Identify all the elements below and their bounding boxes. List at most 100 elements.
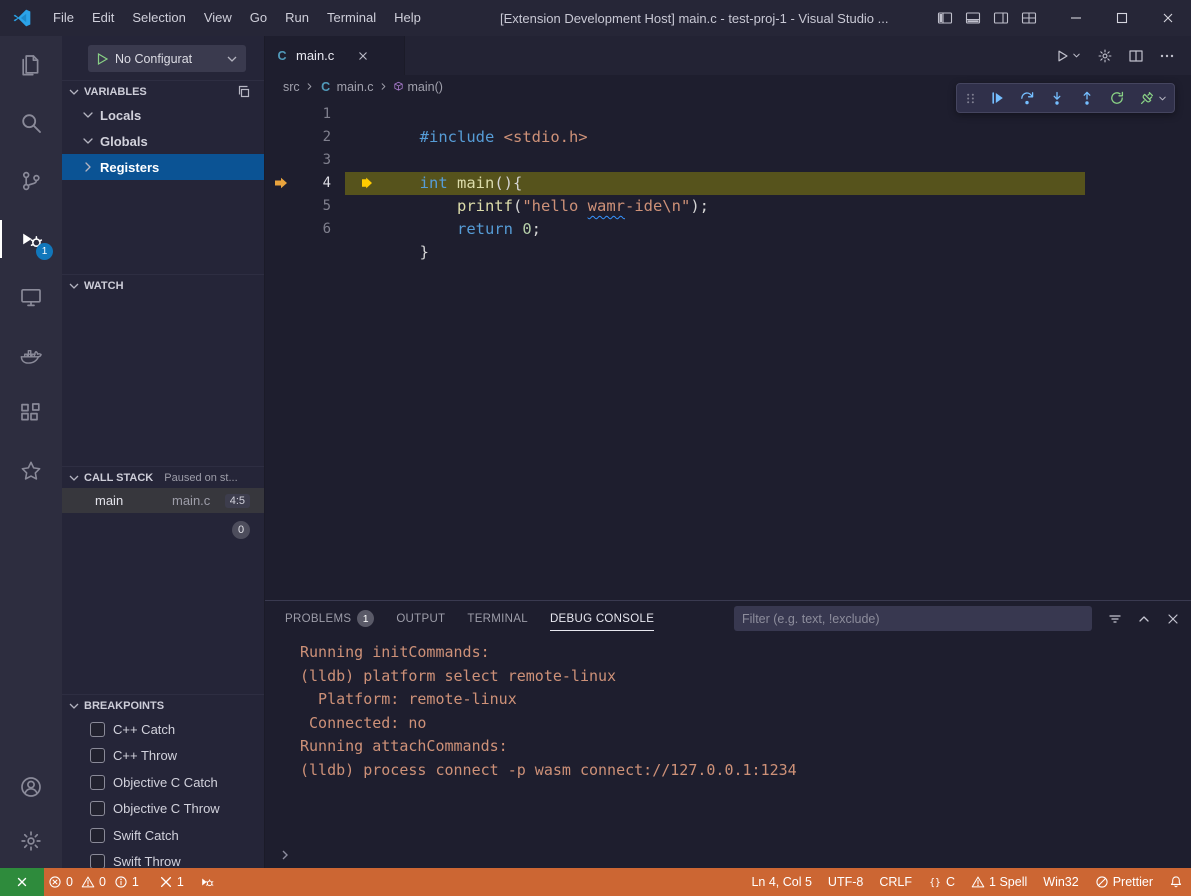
code-line-2[interactable]: 2 [265,126,1191,149]
status-cursor-position[interactable]: Ln 4, Col 5 [743,868,819,896]
status-language-mode[interactable]: {} C [920,868,963,896]
breakpoint-row[interactable]: Objective C Catch [62,769,264,796]
restart-button[interactable] [1103,85,1130,111]
toggle-panel-icon[interactable] [965,10,981,26]
code-line-5[interactable]: 5 return 0; [265,195,1191,218]
code-text[interactable]: printf("hello wamr-ide\n"); [345,172,709,195]
menu-view[interactable]: View [195,0,241,36]
activity-search[interactable] [0,94,62,152]
glyph-margin[interactable] [265,103,303,126]
glyph-margin[interactable] [265,195,303,218]
breakpoint-row[interactable]: Swift Throw [62,849,264,869]
code-line-4[interactable]: 4 printf("hello wamr-ide\n"); [265,172,1191,195]
code-text[interactable]: #include <stdio.h> [345,103,588,126]
console-filter-input[interactable] [734,606,1092,631]
menu-go[interactable]: Go [241,0,276,36]
breakpoint-checkbox[interactable] [90,828,105,843]
continue-button[interactable] [983,85,1010,111]
breadcrumb-item[interactable]: src [283,80,300,94]
activity-settings[interactable] [0,814,62,868]
variables-row-globals[interactable]: Globals [62,128,264,154]
activity-run-debug[interactable]: 1 [0,210,62,268]
variables-row-registers[interactable]: Registers [62,154,264,180]
menu-help[interactable]: Help [385,0,430,36]
code-line-6[interactable]: 6 } [265,218,1191,241]
code-line-3[interactable]: 3 int main(){ [265,149,1191,172]
activity-extensions[interactable] [0,384,62,442]
editor[interactable]: 1 #include <stdio.h> 2 3 int main(){ [265,98,1191,600]
breakpoint-row[interactable]: C++ Catch [62,716,264,743]
status-infos[interactable]: 1 [110,868,143,896]
close-tab-icon[interactable] [355,48,371,64]
activity-star[interactable] [0,442,62,500]
status-spell-checker[interactable]: 1 Spell [963,868,1035,896]
breakpoint-row[interactable]: Swift Catch [62,822,264,849]
panel-tab-problems[interactable]: PROBLEMS 1 [285,601,374,636]
tab-main-c[interactable]: C main.c [265,36,405,75]
activity-docker[interactable] [0,326,62,384]
glyph-margin[interactable] [265,218,303,241]
step-into-button[interactable] [1043,85,1070,111]
status-eol[interactable]: CRLF [871,868,920,896]
menu-file[interactable]: File [44,0,83,36]
menu-run[interactable]: Run [276,0,318,36]
maximize-panel-icon[interactable] [1136,611,1152,627]
breakpoint-checkbox[interactable] [90,854,105,868]
breadcrumb-item[interactable]: Cmain.c [319,80,374,94]
toolbar-drag-handle-icon[interactable] [963,91,978,106]
activity-remote-explorer[interactable] [0,268,62,326]
inline-breakpoint-icon[interactable] [359,175,375,191]
breakpoint-row[interactable]: Objective C Throw [62,796,264,823]
close-panel-icon[interactable] [1165,611,1181,627]
breakpoints-header[interactable]: BREAKPOINTS [62,694,264,716]
filter-icon[interactable] [1107,611,1123,627]
watch-header[interactable]: WATCH [62,274,264,296]
toggle-sidebar-icon[interactable] [937,10,953,26]
status-notifications[interactable] [1161,868,1191,896]
glyph-margin[interactable] [265,172,303,195]
code-text[interactable] [345,126,420,149]
chevron-down-icon[interactable] [1157,93,1168,104]
activity-source-control[interactable] [0,152,62,210]
code-text[interactable]: int main(){ [345,149,522,172]
panel-tab-debug-console[interactable]: DEBUG CONSOLE [550,601,654,636]
debug-console-output[interactable]: Running initCommands:(lldb) platform sel… [265,636,1191,842]
status-encoding[interactable]: UTF-8 [820,868,871,896]
menu-terminal[interactable]: Terminal [318,0,385,36]
close-button[interactable] [1145,0,1191,36]
collapse-all-icon[interactable] [236,84,252,100]
panel-tab-output[interactable]: OUTPUT [396,601,445,636]
menu-selection[interactable]: Selection [123,0,194,36]
debug-console-input[interactable] [265,842,1191,868]
remote-indicator[interactable] [0,868,44,896]
status-warnings[interactable]: 0 [77,868,110,896]
more-actions-button[interactable] [1159,48,1175,64]
customize-layout-icon[interactable] [1021,10,1037,26]
activity-explorer[interactable] [0,36,62,94]
status-errors[interactable]: 0 [44,868,77,896]
configure-button[interactable] [1097,48,1113,64]
glyph-margin[interactable] [265,126,303,149]
menu-edit[interactable]: Edit [83,0,123,36]
breadcrumb-item[interactable]: main() [393,80,443,94]
glyph-margin[interactable] [265,149,303,172]
disconnect-button[interactable] [1133,85,1160,111]
toggle-secondary-sidebar-icon[interactable] [993,10,1009,26]
minimize-button[interactable] [1053,0,1099,36]
step-over-button[interactable] [1013,85,1040,111]
step-out-button[interactable] [1073,85,1100,111]
debug-config-dropdown[interactable]: No Configurat [88,45,246,72]
variables-row-locals[interactable]: Locals [62,102,264,128]
breakpoint-checkbox[interactable] [90,775,105,790]
breakpoint-checkbox[interactable] [90,801,105,816]
breakpoint-checkbox[interactable] [90,722,105,737]
variables-header[interactable]: VARIABLES [62,80,264,102]
status-prettier[interactable]: Prettier [1087,868,1161,896]
code-text[interactable]: } [345,218,429,241]
split-editor-button[interactable] [1128,48,1144,64]
breakpoint-row[interactable]: C++ Throw [62,743,264,770]
run-or-debug-button[interactable] [1055,48,1082,64]
maximize-button[interactable] [1099,0,1145,36]
callstack-header[interactable]: CALL STACK Paused on st... [62,466,264,488]
status-debug-status[interactable] [196,868,218,896]
